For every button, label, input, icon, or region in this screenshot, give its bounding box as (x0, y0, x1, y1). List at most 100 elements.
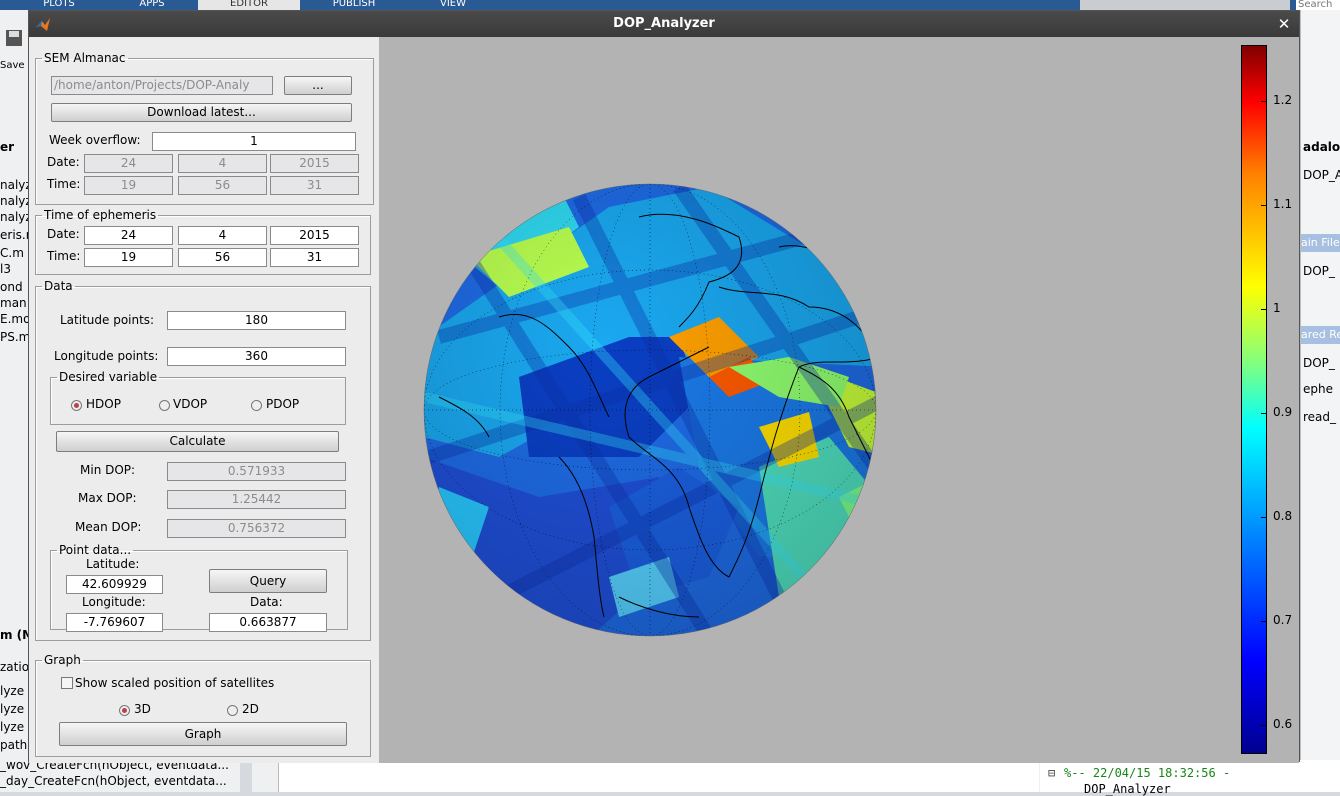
shared-file-item[interactable]: read_ (1303, 410, 1336, 424)
panel-divider[interactable] (240, 760, 252, 792)
colorbar[interactable] (1241, 45, 1267, 754)
colorbar-tick-label: 0.9 (1273, 405, 1293, 419)
ephemeris-month-field[interactable]: 4 (178, 226, 267, 245)
function-item[interactable]: lyze (0, 684, 24, 698)
search-documentation-input[interactable]: Search (1296, 0, 1340, 10)
tab-plots[interactable]: PLOTS (30, 0, 88, 10)
ephemeris-year-field[interactable]: 2015 (270, 226, 359, 245)
week-overflow-field[interactable]: 1 (152, 132, 356, 151)
ephemeris-hour-field[interactable]: 19 (84, 248, 173, 267)
latitude-label: Latitude: (86, 557, 140, 571)
colorbar-tick (1261, 101, 1267, 102)
file-item[interactable]: nalyz (0, 178, 28, 192)
dop-globe-plot[interactable] (379, 37, 1299, 763)
function-item[interactable]: lyze (0, 720, 24, 734)
panel-header: adalon (1303, 140, 1340, 154)
project-item[interactable]: DOP_A (1303, 168, 1340, 182)
file-item[interactable]: eris.r (0, 228, 28, 242)
ephemeris-time-label: Time: (47, 249, 81, 263)
colorbar-tick (1261, 621, 1267, 622)
show-satellites-label[interactable]: Show scaled position of satellites (75, 676, 274, 690)
vdop-radio-label[interactable]: VDOP (173, 397, 207, 411)
ephemeris-minute-field[interactable]: 56 (178, 248, 267, 267)
almanac-day-field: 24 (84, 154, 173, 173)
project-panel: adalon DOP_A ain File DOP_ ared Re DOP_ … (1300, 10, 1340, 760)
matlab-logo-icon (36, 18, 50, 31)
hdop-radio[interactable] (71, 400, 82, 411)
max-dop-field: 1.25442 (167, 490, 346, 509)
function-item[interactable]: lyze (0, 702, 24, 716)
colorbar-tick (1261, 413, 1267, 414)
tab-publish[interactable]: PUBLISH (304, 0, 404, 10)
pdop-radio[interactable] (251, 400, 262, 411)
file-item[interactable]: E.mo (0, 312, 28, 326)
file-item[interactable]: PS.m (0, 330, 28, 344)
colorbar-tick (1261, 205, 1267, 206)
ephemeris-second-field[interactable]: 31 (270, 248, 359, 267)
save-label[interactable]: Save (0, 60, 25, 71)
collapse-icon[interactable]: ⊟ (1048, 766, 1055, 780)
function-item[interactable]: zatio (0, 660, 28, 674)
close-icon[interactable]: ✕ (1277, 11, 1291, 37)
latitude-field[interactable]: 42.609929 (66, 575, 163, 594)
dop-analyzer-window: DOP_Analyzer ✕ SEM Almanac /home/anton/P… (28, 10, 1300, 763)
shared-file-item[interactable]: DOP_ (1303, 356, 1335, 370)
longitude-points-label: Longitude points: (54, 349, 159, 363)
current-folder-panel: Save er nalyz nalyz nalyz eris.r C.m l3 … (0, 10, 28, 792)
tab-apps[interactable]: APPS (120, 0, 184, 10)
function-item[interactable]: _day_CreateFcn(hObject, eventdata... (0, 774, 227, 788)
hdop-radio-label[interactable]: HDOP (86, 397, 121, 411)
min-dop-field: 0.571933 (167, 462, 346, 481)
tab-view[interactable]: VIEW (408, 0, 498, 10)
file-item[interactable]: ond (0, 280, 23, 294)
data-legend: Data (44, 279, 73, 293)
max-dop-label: Max DOP: (78, 491, 137, 505)
browse-button[interactable]: ... (284, 76, 352, 95)
latitude-points-field[interactable]: 180 (167, 311, 346, 330)
graph-legend: Graph (44, 653, 81, 667)
shared-file-item[interactable]: ephe (1303, 382, 1333, 396)
data-value-field[interactable]: 0.663877 (209, 613, 327, 632)
save-icon[interactable] (4, 28, 24, 48)
graph-button[interactable]: Graph (59, 722, 347, 746)
vdop-radio[interactable] (159, 400, 170, 411)
file-item[interactable]: man (0, 296, 27, 310)
file-item[interactable]: l3 (0, 262, 11, 276)
colorbar-tick-label: 1.2 (1273, 93, 1293, 107)
colorbar-tick-label: 1 (1273, 301, 1281, 315)
download-latest-button[interactable]: Download latest... (51, 103, 352, 122)
workspace-header: m (M (0, 628, 28, 642)
editor-area[interactable] (278, 760, 1039, 792)
control-panel: SEM Almanac /home/anton/Projects/DOP-Ana… (29, 37, 379, 763)
file-item[interactable]: nalyz (0, 194, 28, 208)
almanac-year-field: 2015 (270, 154, 359, 173)
show-satellites-checkbox[interactable] (61, 677, 73, 689)
almanac-path-field[interactable]: /home/anton/Projects/DOP-Analy (51, 76, 273, 95)
file-item[interactable]: nalyz (0, 210, 28, 224)
almanac-second-field: 31 (270, 176, 359, 195)
main-file-header: ain File (1301, 234, 1340, 252)
calculate-button[interactable]: Calculate (56, 431, 339, 452)
mode-3d-radio[interactable] (119, 705, 130, 716)
globe-axes[interactable] (379, 37, 1299, 763)
almanac-hour-field: 19 (84, 176, 173, 195)
window-titlebar[interactable]: DOP_Analyzer ✕ (29, 11, 1299, 37)
ephemeris-day-field[interactable]: 24 (84, 226, 173, 245)
file-item[interactable]: C.m (0, 246, 24, 260)
globe-surface (424, 184, 876, 636)
history-entry[interactable]: DOP_Analyzer (1084, 782, 1171, 796)
function-item[interactable]: path (0, 738, 27, 752)
main-file-item[interactable]: DOP_ (1303, 264, 1335, 278)
mode-3d-label[interactable]: 3D (134, 702, 151, 716)
command-history: ⊟ %-- 22/04/15 18:32:56 - DOP_Analyzer (1040, 760, 1340, 796)
colorbar-tick (1261, 725, 1267, 726)
longitude-points-field[interactable]: 360 (167, 347, 346, 366)
query-button[interactable]: Query (209, 569, 327, 593)
longitude-field[interactable]: -7.769607 (66, 613, 163, 632)
mode-2d-label[interactable]: 2D (242, 702, 259, 716)
ephemeris-legend: Time of ephemeris (44, 208, 157, 222)
mean-dop-label: Mean DOP: (75, 520, 142, 534)
mode-2d-radio[interactable] (227, 705, 238, 716)
pdop-radio-label[interactable]: PDOP (266, 397, 299, 411)
tab-editor[interactable]: EDITOR (198, 0, 300, 10)
